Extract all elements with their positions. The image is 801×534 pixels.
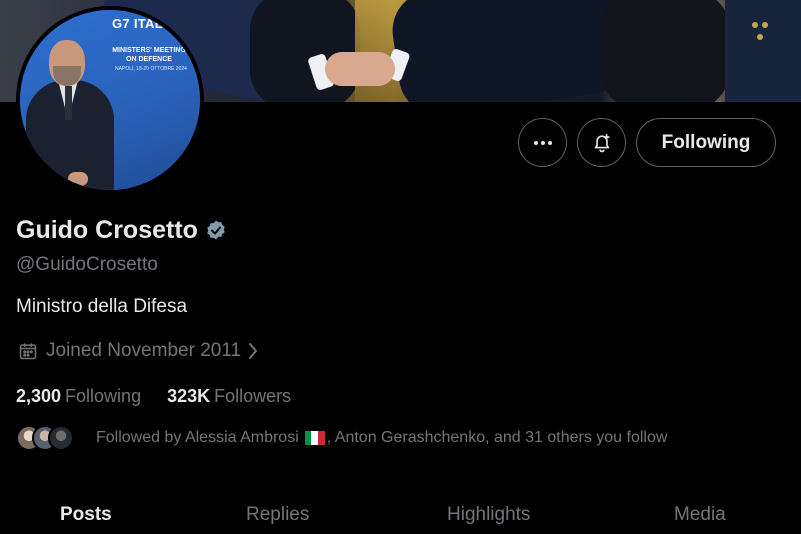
followed-by-row[interactable]: Followed by Alessia Ambrosi , Anton Gera… <box>16 425 667 451</box>
notifications-button[interactable] <box>577 118 626 167</box>
followers-count-link[interactable]: 323K Followers <box>167 386 291 407</box>
profile-tabs: Posts Replies Highlights Media <box>0 496 801 534</box>
banner-medal <box>762 22 768 28</box>
italy-flag-icon <box>304 431 325 445</box>
avatar-hand <box>68 172 88 186</box>
profile-bio: Ministro della Difesa <box>16 296 188 317</box>
user-handle: @GuidoCrosetto <box>16 254 158 275</box>
tab-replies[interactable]: Replies <box>246 504 309 526</box>
banner-figure <box>250 0 360 102</box>
followed-by-prefix: Followed by Alessia Ambrosi <box>96 429 299 446</box>
tab-media[interactable]: Media <box>674 504 726 526</box>
avatar-g7-text: G7 ITALIA <box>112 16 177 31</box>
followed-by-text: Followed by Alessia Ambrosi , Anton Gera… <box>96 429 667 447</box>
following-count-link[interactable]: 2,300 Following <box>16 386 141 407</box>
tab-posts[interactable]: Posts <box>60 504 112 526</box>
chevron-right-icon <box>249 343 258 359</box>
avatar-tie <box>65 86 72 120</box>
display-name: Guido Crosetto <box>16 216 198 244</box>
banner-figure <box>387 0 633 102</box>
name-row: Guido Crosetto <box>16 216 228 245</box>
following-button[interactable]: Following <box>636 118 776 167</box>
joined-date-text: Joined November 2011 <box>46 340 242 361</box>
following-count: 2,300 <box>16 386 62 406</box>
banner-officer <box>725 0 801 102</box>
calendar-icon <box>19 343 37 360</box>
banner-medal <box>757 34 763 40</box>
avatar-meeting-text: MINISTERS' MEETING ON DEFENCE <box>112 47 186 63</box>
more-button[interactable] <box>518 118 567 167</box>
follow-stats: 2,300 Following 323K Followers <box>16 386 317 407</box>
banner-medal <box>752 22 758 28</box>
followers-count: 323K <box>167 386 211 406</box>
joined-date-row[interactable]: Joined November 2011 <box>18 340 259 362</box>
avatar-city-text: NAPOLI, 18-20 OTTOBRE 2024 <box>115 66 187 72</box>
bell-plus-icon <box>594 133 610 152</box>
banner-handshake <box>325 52 395 86</box>
follower-avatar <box>48 425 74 451</box>
tab-highlights[interactable]: Highlights <box>447 504 530 526</box>
profile-avatar[interactable]: G7 ITALIA MINISTERS' MEETING ON DEFENCE … <box>16 6 204 194</box>
followers-label: Followers <box>214 386 292 406</box>
verified-badge-icon[interactable] <box>204 219 228 243</box>
banner-figure <box>600 0 730 102</box>
followed-by-suffix: , Anton Gerashchenko, and 31 others you … <box>326 429 668 446</box>
following-label: Following <box>65 386 142 406</box>
more-icon <box>533 140 552 145</box>
